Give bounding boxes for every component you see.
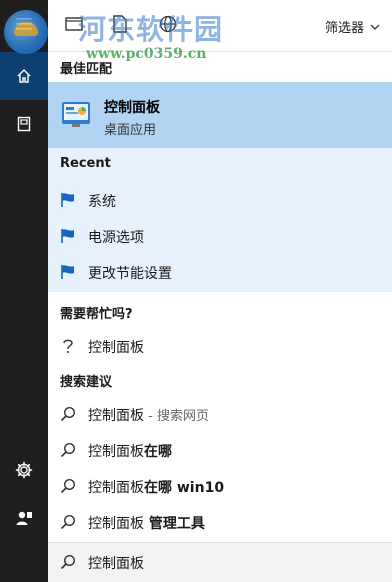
search-input[interactable]: 控制面板 bbox=[88, 553, 144, 573]
suggestion-item[interactable]: 控制面板 - 搜索网页 bbox=[48, 396, 392, 432]
search-icon bbox=[60, 514, 76, 530]
control-panel-icon bbox=[60, 98, 92, 130]
help-item[interactable]: 控制面板 bbox=[48, 328, 392, 364]
app-window-icon bbox=[65, 16, 83, 36]
suggestion-item[interactable]: 控制面板在哪 bbox=[48, 432, 392, 468]
document-icon bbox=[16, 116, 32, 132]
suggestion-query: 控制面板 bbox=[88, 516, 144, 532]
web-scope-button[interactable] bbox=[156, 14, 180, 38]
search-icon bbox=[60, 478, 76, 494]
best-match-result[interactable]: 控制面板 桌面应用 bbox=[48, 82, 392, 148]
home-button[interactable] bbox=[0, 52, 48, 100]
search-results-panel: 筛选器 最佳匹配 控制面板 桌面应用 Recent 系统 电源选项 更改节能设置… bbox=[48, 0, 392, 582]
suggestion-text: 控制面板 - 搜索网页 bbox=[88, 405, 209, 425]
suggestion-item[interactable]: 控制面板在哪 win10 bbox=[48, 468, 392, 504]
documents-scope-button[interactable] bbox=[108, 14, 132, 38]
suggestion-completion: 在哪 bbox=[144, 444, 172, 460]
best-match-title: 控制面板 bbox=[104, 100, 160, 116]
help-heading: 需要帮忙吗? bbox=[60, 307, 133, 322]
documents-button[interactable] bbox=[0, 100, 48, 148]
user-button[interactable] bbox=[0, 494, 48, 542]
suggestion-query: 控制面板 bbox=[88, 480, 144, 496]
search-icon bbox=[60, 554, 76, 570]
filter-label: 筛选器 bbox=[324, 20, 364, 36]
search-icon bbox=[60, 406, 76, 422]
search-box[interactable]: 控制面板 bbox=[48, 542, 392, 582]
recent-heading: Recent bbox=[60, 156, 111, 171]
suggestion-completion: 管理工具 bbox=[144, 516, 205, 532]
best-match-subtitle: 桌面应用 bbox=[104, 123, 157, 138]
recent-item[interactable]: 电源选项 bbox=[48, 218, 392, 254]
suggestion-item[interactable]: 控制面板 管理工具 bbox=[48, 504, 392, 540]
suggestion-query: 控制面板 bbox=[88, 444, 144, 460]
apps-scope-button[interactable] bbox=[62, 14, 86, 38]
filter-dropdown[interactable]: 筛选器 bbox=[325, 16, 380, 36]
home-icon bbox=[16, 68, 32, 84]
recent-item[interactable]: 更改节能设置 bbox=[48, 254, 392, 290]
suggestions-heading: 搜索建议 bbox=[60, 375, 113, 390]
suggestion-query: 控制面板 bbox=[88, 408, 144, 424]
suggestion-text: 控制面板在哪 win10 bbox=[88, 477, 224, 497]
flag-icon bbox=[60, 264, 76, 280]
suggestion-text: 控制面板 管理工具 bbox=[88, 513, 205, 533]
document-icon bbox=[113, 15, 127, 37]
suggestion-text: 控制面板在哪 bbox=[88, 441, 172, 461]
suggestion-completion: 在哪 win10 bbox=[144, 480, 225, 496]
hamburger-icon bbox=[16, 17, 32, 31]
hamburger-menu-button[interactable] bbox=[0, 0, 48, 48]
recent-item[interactable]: 系统 bbox=[48, 182, 392, 218]
flag-icon bbox=[60, 192, 76, 208]
question-mark-icon bbox=[60, 338, 76, 354]
search-icon bbox=[60, 442, 76, 458]
recent-item-label: 系统 bbox=[88, 194, 116, 210]
best-match-heading: 最佳匹配 bbox=[60, 62, 113, 77]
recent-section: Recent 系统 电源选项 更改节能设置 bbox=[48, 148, 392, 292]
flag-icon bbox=[60, 228, 76, 244]
suggestion-hint: - 搜索网页 bbox=[144, 409, 209, 424]
chevron-down-icon bbox=[370, 19, 380, 34]
user-icon bbox=[15, 509, 33, 527]
recent-item-label: 电源选项 bbox=[88, 230, 144, 246]
search-scope-bar: 筛选器 bbox=[48, 0, 392, 52]
left-nav-rail bbox=[0, 0, 48, 582]
gear-icon bbox=[15, 461, 33, 479]
help-item-label: 控制面板 bbox=[88, 340, 144, 356]
settings-button[interactable] bbox=[0, 446, 48, 494]
recent-item-label: 更改节能设置 bbox=[88, 266, 172, 282]
globe-icon bbox=[159, 15, 177, 37]
